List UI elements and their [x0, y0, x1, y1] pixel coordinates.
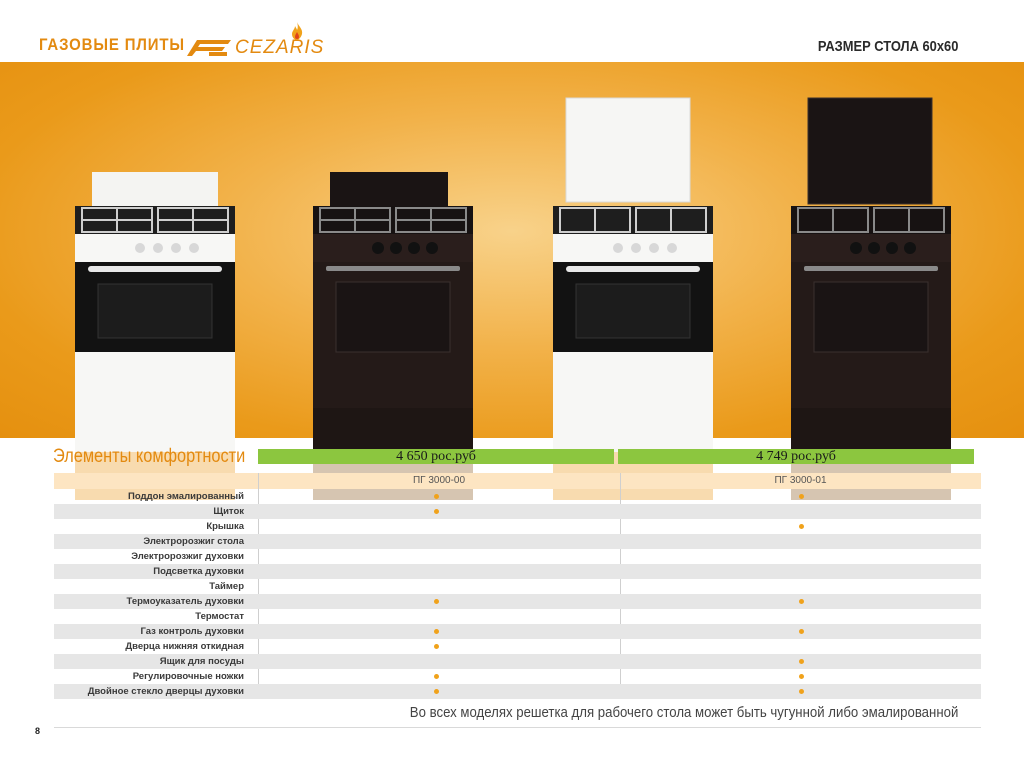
feature-table: Поддон эмалированный Щиток Крышка Электроро…: [54, 489, 981, 699]
series-title: ГАЗОВЫЕ ПЛИТЫ: [39, 35, 185, 54]
feature-dot-model-1: [434, 644, 439, 649]
feature-dot-model-1: [434, 509, 439, 514]
feature-dot-model-1: [434, 494, 439, 499]
feature-label: Щиток: [213, 506, 244, 517]
feature-dot-model-2: [799, 659, 804, 664]
feature-label: Газ контроль духовки: [140, 626, 244, 637]
price-bar-model-1: 4 650 рос.руб: [258, 449, 614, 464]
feature-dot-model-1: [434, 689, 439, 694]
feature-label: Ящик для посуды: [159, 656, 244, 667]
feature-row: Ящик для посуды: [54, 654, 981, 669]
hero-banner: [0, 62, 1024, 500]
stove-brown-lid-image: [791, 97, 951, 500]
feature-row: Дверца нижняя откидная: [54, 639, 981, 654]
feature-row: Газ контроль духовки: [54, 624, 981, 639]
feature-label: Регулировочные ножки: [132, 671, 244, 682]
feature-row: Крышка: [54, 519, 981, 534]
feature-row: Подсветка духовки: [54, 564, 981, 579]
feature-dot-model-1: [434, 599, 439, 604]
feature-row: Термостат: [54, 609, 981, 624]
model-header-row: ПГ 3000-00 ПГ 3000-01: [54, 473, 981, 489]
feature-row: Термоуказатель духовки: [54, 594, 981, 609]
feature-label: Подсветка духовки: [153, 566, 244, 577]
feature-dot-model-2: [799, 689, 804, 694]
feature-label: Двойное стекло дверцы духовки: [87, 686, 244, 697]
feature-label: Поддон эмалированный: [128, 491, 244, 502]
feature-dot-model-2: [799, 674, 804, 679]
page-number: 8: [35, 726, 41, 736]
table-size-label: РАЗМЕР СТОЛА 60х60: [817, 38, 958, 55]
brand-name: CEZARIS: [235, 37, 325, 58]
feature-label: Электророзжиг духовки: [131, 551, 244, 562]
feature-label: Электророзжиг стола: [143, 536, 244, 547]
page-header: ГАЗОВЫЕ ПЛИТЫ CEZARIS РАЗМЕР СТОЛА 60х60: [0, 0, 1024, 62]
feature-row: Таймер: [54, 579, 981, 594]
feature-dot-model-2: [799, 524, 804, 529]
feature-dot-model-2: [799, 629, 804, 634]
feature-dot-model-1: [434, 674, 439, 679]
footnote: Во всех моделях решетка для рабочего сто…: [409, 704, 958, 721]
flame-icon: [292, 22, 303, 40]
model-label-1: ПГ 3000-00: [412, 475, 466, 486]
feature-label: Термоуказатель духовки: [126, 596, 244, 607]
feature-label: Крышка: [206, 521, 244, 532]
feature-label: Таймер: [209, 581, 244, 592]
feature-row: Электророзжиг стола: [54, 534, 981, 549]
feature-row: Двойное стекло дверцы духовки: [54, 684, 981, 699]
price-bar-model-2: 4 749 рос.руб: [618, 449, 974, 464]
model-label-2: ПГ 3000-01: [774, 475, 827, 486]
feature-dot-model-1: [434, 629, 439, 634]
bottom-rule: [54, 727, 981, 728]
feature-label: Термостат: [195, 611, 244, 622]
feature-dot-model-2: [799, 599, 804, 604]
comfort-title: Элементы комфортности: [53, 446, 246, 467]
feature-row: Поддон эмалированный: [54, 489, 981, 504]
feature-dot-model-2: [799, 494, 804, 499]
feature-row: Электророзжиг духовки: [54, 549, 981, 564]
feature-row: Щиток: [54, 504, 981, 519]
brand-mark-icon: [187, 40, 231, 56]
stove-white-lid-image: [553, 97, 713, 500]
feature-row: Регулировочные ножки: [54, 669, 981, 684]
feature-label: Дверца нижняя откидная: [125, 641, 244, 652]
brand-logo: CEZARIS: [183, 22, 333, 60]
